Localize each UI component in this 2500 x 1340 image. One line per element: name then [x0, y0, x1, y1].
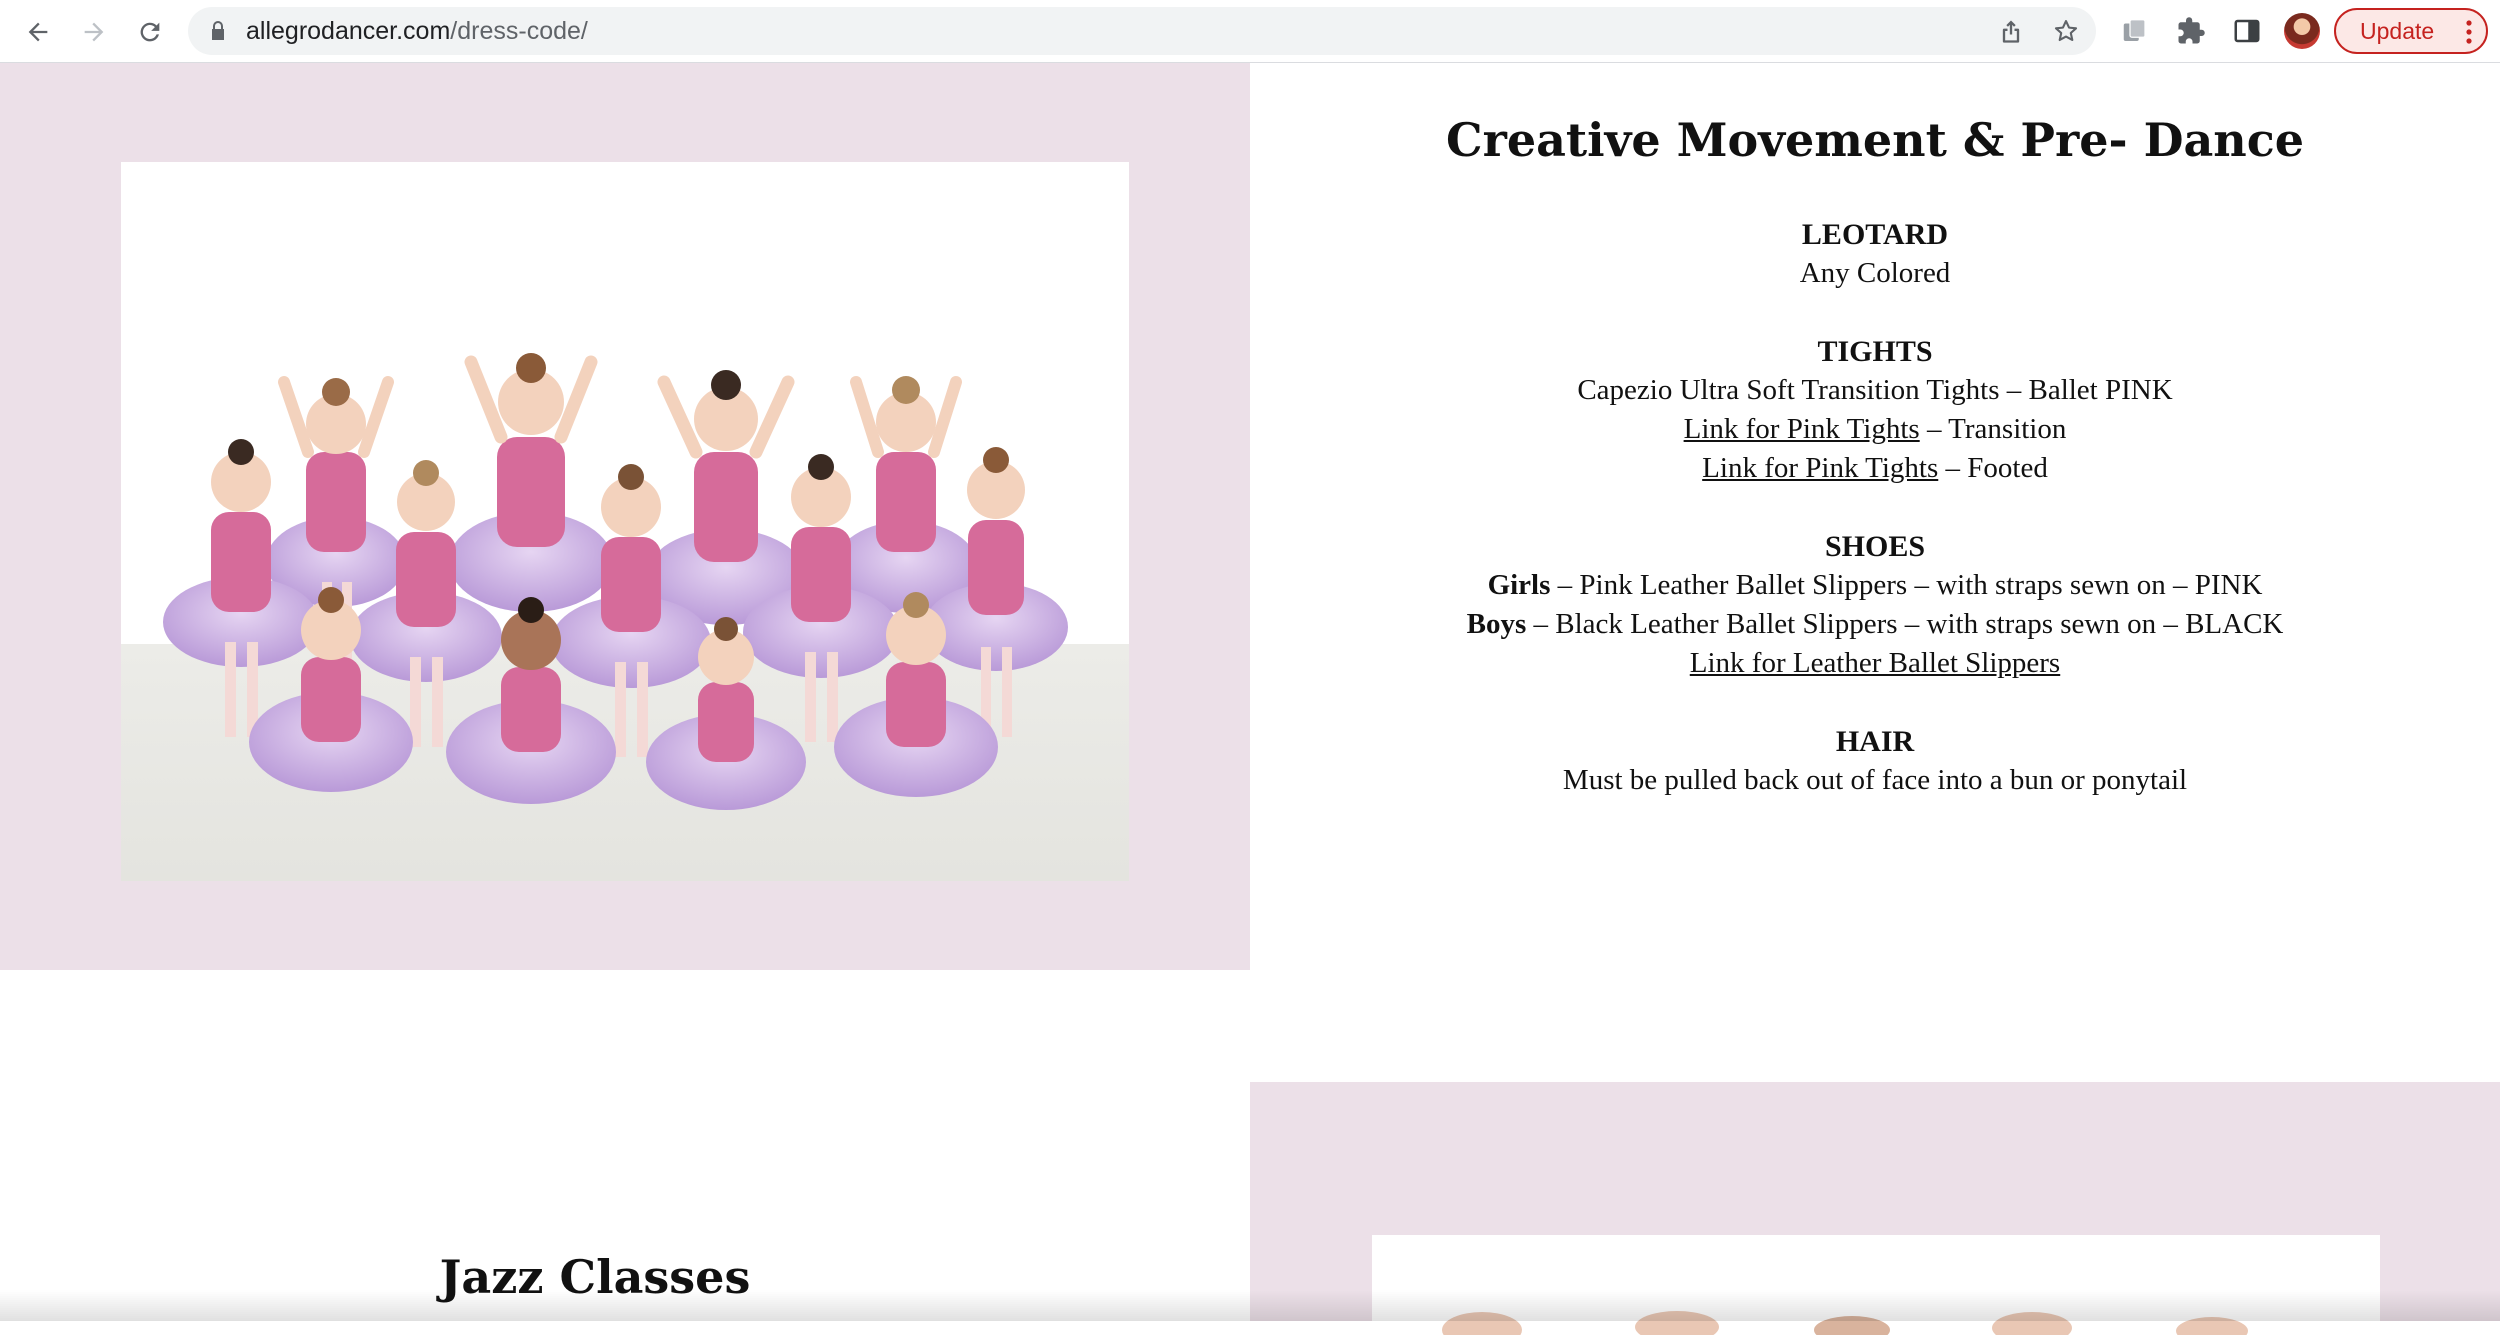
tights-link-1-suffix: – Transition [1919, 413, 2067, 445]
leather-ballet-slippers-link[interactable]: Link for Leather Ballet Slippers [1690, 647, 2060, 679]
menu-dots-icon[interactable] [2466, 19, 2472, 45]
browser-toolbar: allegrodancer.com/dress-code/ Update [0, 0, 2500, 63]
dancers-photo [121, 162, 1129, 881]
update-label: Update [2360, 17, 2435, 44]
tab-search-icon[interactable] [2120, 16, 2150, 46]
shoes-link-row: Link for Leather Ballet Slippers [1250, 644, 2500, 683]
profile-avatar[interactable] [2284, 13, 2320, 49]
hair-heading: HAIR [1835, 725, 1915, 758]
dress-code-panel: Creative Movement & Pre- Dance LEOTARD A… [1250, 63, 2500, 970]
girls-text: – Pink Leather Ballet Slippers – with st… [1550, 569, 2263, 601]
shoes-block: SHOES Girls – Pink Leather Ballet Slippe… [1250, 527, 2500, 683]
tights-link-row-1: Link for Pink Tights – Transition [1250, 410, 2500, 449]
tights-link-row-2: Link for Pink Tights – Footed [1250, 449, 2500, 488]
tights-heading: TIGHTS [1817, 335, 1933, 368]
forward-arrow-icon[interactable] [74, 12, 114, 52]
share-icon[interactable] [1997, 17, 2025, 45]
boys-text: – Black Leather Ballet Slippers – with s… [1526, 608, 2284, 640]
tights-text: Capezio Ultra Soft Transition Tights – B… [1577, 374, 2173, 406]
tights-link-2-suffix: – Footed [1938, 452, 2048, 484]
shoes-boys-row: Boys – Black Leather Ballet Slippers – w… [1250, 605, 2500, 644]
leotard-text: Any Colored [1799, 257, 1951, 289]
url-domain: allegrodancer.com [246, 17, 451, 45]
pink-tights-transition-link[interactable]: Link for Pink Tights [1684, 413, 1920, 445]
side-panel-icon[interactable] [2232, 16, 2262, 46]
shoes-heading: SHOES [1824, 530, 1926, 563]
address-bar[interactable]: allegrodancer.com/dress-code/ [188, 7, 2096, 55]
update-button[interactable]: Update [2334, 8, 2488, 54]
url-path: /dress-code/ [450, 17, 588, 45]
hair-block: HAIR Must be pulled back out of face int… [1250, 722, 2500, 800]
lock-icon[interactable] [206, 19, 230, 43]
url-text[interactable]: allegrodancer.com/dress-code/ [246, 7, 588, 55]
star-icon[interactable] [2052, 17, 2080, 45]
section-title: Creative Movement & Pre- Dance [1445, 113, 2305, 167]
extensions-icon[interactable] [2176, 16, 2206, 46]
boys-label: Boys [1466, 608, 1527, 640]
bottom-edge-shadow [0, 1290, 2500, 1321]
girls-label: Girls [1487, 569, 1551, 601]
tights-block: TIGHTS Capezio Ultra Soft Transition Tig… [1250, 332, 2500, 488]
leotard-heading: LEOTARD [1801, 218, 1949, 251]
shoes-girls-row: Girls – Pink Leather Ballet Slippers – w… [1250, 566, 2500, 605]
back-arrow-icon[interactable] [18, 12, 58, 52]
photo-panel [0, 63, 1250, 970]
pink-tights-footed-link[interactable]: Link for Pink Tights [1702, 452, 1938, 484]
reload-icon[interactable] [130, 12, 170, 52]
leotard-block: LEOTARD Any Colored [1250, 215, 2500, 293]
jazz-photo-panel [1250, 1082, 2500, 1340]
hair-text: Must be pulled back out of face into a b… [1562, 764, 2188, 796]
